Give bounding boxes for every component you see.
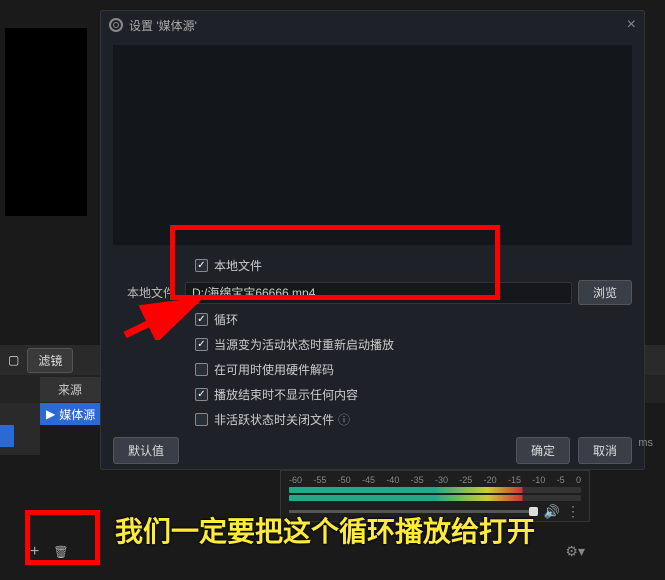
modal-body: 本地文件 本地文件 浏览 循环 当源变为活动状态时重新启动播放 在可用时使用硬件… [101, 39, 644, 431]
audio-meter-r [289, 495, 581, 501]
modal-titlebar: 设置 '媒体源' × [101, 11, 644, 39]
source-item-label: 媒体源 [59, 406, 95, 423]
closeinactive-checkbox[interactable] [195, 413, 208, 426]
loop-checkbox[interactable] [195, 313, 208, 326]
close-icon[interactable]: × [627, 16, 636, 34]
modal-title-text: 设置 '媒体源' [129, 17, 197, 34]
ok-button[interactable]: 确定 [516, 437, 570, 464]
sources-label: 来源 [40, 377, 100, 402]
hwdecode-checkbox[interactable] [195, 363, 208, 376]
restart-label: 当源变为活动状态时重新启动播放 [214, 336, 394, 353]
defaults-button[interactable]: 默认值 [113, 437, 179, 464]
file-path-input[interactable] [185, 282, 572, 304]
filter-icon: ▢ [8, 353, 19, 367]
more-icon[interactable]: ⋮ [566, 503, 581, 520]
local-file-checkbox[interactable] [195, 259, 208, 272]
cancel-button[interactable]: 取消 [578, 437, 632, 464]
preview-panel-left [5, 28, 87, 216]
local-file-label: 本地文件 [214, 257, 262, 274]
annotation-red-box-bottom [25, 510, 100, 565]
hideend-label: 播放结束时不显示任何内容 [214, 386, 358, 403]
hideend-checkbox[interactable] [195, 388, 208, 401]
ms-label: ms [638, 437, 653, 449]
audio-meter-l [289, 487, 581, 493]
speaker-icon[interactable]: 🔊 [544, 504, 560, 520]
file-field-label: 本地文件 [113, 284, 185, 301]
filter-button[interactable]: 滤镜 [27, 348, 73, 373]
audio-ruler: -60-55-50-45-40-35-30-25-20-15-10-50 [289, 475, 581, 485]
restart-checkbox[interactable] [195, 338, 208, 351]
obs-icon [109, 18, 123, 32]
gear-icon[interactable]: ⚙▾ [565, 543, 585, 560]
modal-footer: 默认值 确定 取消 [101, 431, 644, 469]
play-icon: ▶ [46, 407, 55, 421]
hwdecode-label: 在可用时使用硬件解码 [214, 361, 334, 378]
info-icon[interactable]: ⓘ [338, 411, 350, 428]
media-preview [113, 45, 632, 245]
loop-label: 循环 [214, 311, 238, 328]
properties-modal: 设置 '媒体源' × 本地文件 本地文件 浏览 循环 当源变为活动状态时重新启动… [100, 10, 645, 470]
browse-button[interactable]: 浏览 [578, 280, 632, 305]
subtitle-caption: 我们一定要把这个循环播放给打开 [115, 510, 535, 550]
closeinactive-label: 非活跃状态时关闭文件 [214, 411, 334, 428]
selection-indicator [0, 425, 14, 447]
source-item-media[interactable]: ▶ 媒体源 [40, 403, 105, 425]
